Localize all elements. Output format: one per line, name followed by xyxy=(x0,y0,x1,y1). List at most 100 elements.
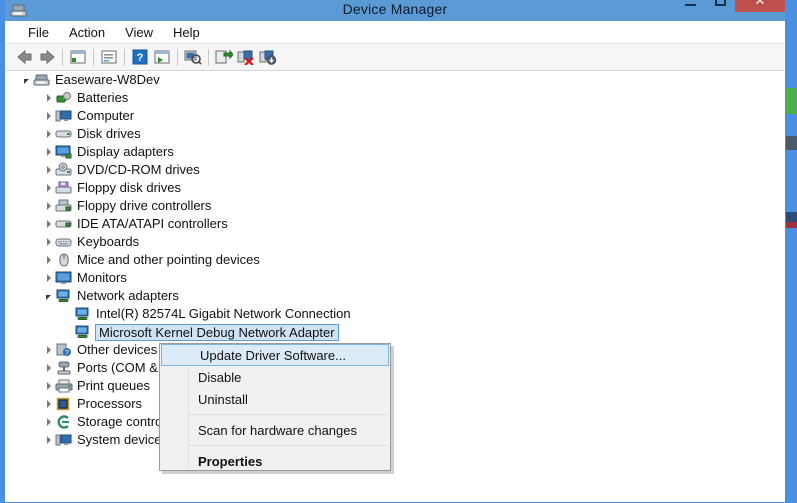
expander-closed-icon[interactable] xyxy=(42,377,55,395)
expander-closed-icon[interactable] xyxy=(42,359,55,377)
toolbar-separator xyxy=(124,48,125,66)
tree-node-ports[interactable]: Ports (COM & L xyxy=(6,359,784,377)
expander-closed-icon[interactable] xyxy=(42,251,55,269)
minimize-button[interactable] xyxy=(675,0,705,12)
keyboard-icon xyxy=(55,234,73,250)
tree-node-batteries[interactable]: Batteries xyxy=(6,89,784,107)
enable-device-icon[interactable] xyxy=(213,46,235,68)
tree-node-floppy-drive-controllers[interactable]: Floppy drive controllers xyxy=(6,197,784,215)
uninstall-device-icon[interactable] xyxy=(235,46,257,68)
ctx-uninstall[interactable]: Uninstall xyxy=(160,388,390,410)
monitor-icon xyxy=(55,270,73,286)
expander-closed-icon[interactable] xyxy=(42,179,55,197)
display-adapter-icon xyxy=(55,144,73,160)
dvd-drive-icon xyxy=(55,162,73,178)
toolbar-separator xyxy=(93,48,94,66)
tree-node-system-devices[interactable]: System devices xyxy=(6,431,784,449)
back-icon[interactable] xyxy=(14,46,36,68)
tree-node-label: Storage control xyxy=(77,414,166,429)
tree-node-floppy-disk-drives[interactable]: Floppy disk drives xyxy=(6,179,784,197)
tree-node-storage-controllers[interactable]: Storage control xyxy=(6,413,784,431)
tree-root-node[interactable]: Easeware-W8Dev xyxy=(6,71,784,89)
tree-node-disk-drives[interactable]: Disk drives xyxy=(6,125,784,143)
properties-icon[interactable] xyxy=(98,46,120,68)
svg-text:?: ? xyxy=(137,52,144,64)
battery-icon xyxy=(55,90,73,106)
ctx-properties[interactable]: Properties xyxy=(160,450,390,472)
menu-action[interactable]: Action xyxy=(59,23,115,42)
expander-closed-icon[interactable] xyxy=(42,215,55,233)
tree-node-other-devices[interactable]: ? Other devices xyxy=(6,341,784,359)
toolbar-separator xyxy=(177,48,178,66)
network-adapter-icon xyxy=(55,288,73,304)
desktop-artifact xyxy=(786,88,797,114)
tree-node-label: Disk drives xyxy=(77,126,141,141)
tree-node-computer[interactable]: Computer xyxy=(6,107,784,125)
tree-child-label: Microsoft Kernel Debug Network Adapter xyxy=(95,323,339,341)
menu-view[interactable]: View xyxy=(115,23,163,42)
expander-closed-icon[interactable] xyxy=(42,395,55,413)
tree-node-label: Other devices xyxy=(77,342,158,357)
expander-closed-icon[interactable] xyxy=(42,269,55,287)
tree-node-dvd-cdrom-drives[interactable]: DVD/CD-ROM drives xyxy=(6,161,784,179)
menu-help[interactable]: Help xyxy=(163,23,210,42)
network-adapter-icon xyxy=(74,306,92,322)
tree-node-network-adapters[interactable]: Network adapters xyxy=(6,287,784,305)
ctx-item-label: Uninstall xyxy=(198,391,248,407)
expander-closed-icon[interactable] xyxy=(42,341,55,359)
help-icon[interactable]: ? xyxy=(129,46,151,68)
expander-closed-icon[interactable] xyxy=(42,107,55,125)
tree-node-keyboards[interactable]: Keyboards xyxy=(6,233,784,251)
expander-closed-icon[interactable] xyxy=(42,143,55,161)
expander-closed-icon[interactable] xyxy=(42,161,55,179)
floppy-controller-icon xyxy=(55,198,73,214)
desktop-artifact xyxy=(786,222,797,228)
maximize-button[interactable] xyxy=(705,0,735,12)
close-button[interactable]: ✕ xyxy=(735,0,785,12)
tree-node-label: DVD/CD-ROM drives xyxy=(77,162,200,177)
scan-hardware-changes-icon[interactable] xyxy=(182,46,204,68)
ctx-item-label: Update Driver Software... xyxy=(200,347,346,363)
title-bar[interactable]: Device Manager ✕ xyxy=(5,0,785,21)
ctx-scan-hardware-changes[interactable]: Scan for hardware changes xyxy=(160,419,390,441)
update-driver-icon[interactable] xyxy=(151,46,173,68)
toolbar: ? xyxy=(6,44,784,71)
expander-closed-icon[interactable] xyxy=(42,89,55,107)
tree-node-label: Mice and other pointing devices xyxy=(77,252,260,267)
expander-open-icon[interactable] xyxy=(20,71,33,89)
svg-text:?: ? xyxy=(65,350,69,357)
disk-drive-icon xyxy=(55,126,73,142)
ctx-update-driver-software[interactable]: Update Driver Software... xyxy=(161,344,389,366)
tree-node-label: IDE ATA/ATAPI controllers xyxy=(77,216,228,231)
tree-node-ide-ata-atapi-controllers[interactable]: IDE ATA/ATAPI controllers xyxy=(6,215,784,233)
expander-closed-icon[interactable] xyxy=(42,197,55,215)
tree-node-display-adapters[interactable]: Display adapters xyxy=(6,143,784,161)
menu-file[interactable]: File xyxy=(18,23,59,42)
ctx-item-label: Disable xyxy=(198,369,242,385)
window-controls: ✕ xyxy=(675,0,785,12)
tree-node-print-queues[interactable]: Print queues xyxy=(6,377,784,395)
show-hide-console-tree-icon[interactable] xyxy=(67,46,89,68)
ctx-disable[interactable]: Disable xyxy=(160,366,390,388)
tree-node-label: Computer xyxy=(77,108,135,123)
expander-closed-icon[interactable] xyxy=(42,233,55,251)
expander-closed-icon[interactable] xyxy=(42,125,55,143)
tree-child-microsoft-kernel-debug-network-adapter[interactable]: Microsoft Kernel Debug Network Adapter xyxy=(6,323,784,341)
tree-node-processors[interactable]: Processors xyxy=(6,395,784,413)
toolbar-separator xyxy=(208,48,209,66)
tree-node-mice-and-other-pointing-devices[interactable]: Mice and other pointing devices xyxy=(6,251,784,269)
ports-icon xyxy=(55,360,73,376)
expander-open-icon[interactable] xyxy=(42,287,55,305)
tree-node-label: Keyboards xyxy=(77,234,140,249)
storage-controller-icon xyxy=(55,414,73,430)
tree-child-intel-82574l[interactable]: Intel(R) 82574L Gigabit Network Connecti… xyxy=(6,305,784,323)
expander-closed-icon[interactable] xyxy=(42,413,55,431)
context-menu-separator xyxy=(189,445,389,446)
tree-node-label: Processors xyxy=(77,396,143,411)
device-tree[interactable]: Easeware-W8Dev Batteries Computer Disk d… xyxy=(6,71,784,501)
tree-node-label: Monitors xyxy=(77,270,127,285)
update-driver-software-icon[interactable] xyxy=(257,46,279,68)
tree-node-monitors[interactable]: Monitors xyxy=(6,269,784,287)
forward-icon[interactable] xyxy=(36,46,58,68)
expander-closed-icon[interactable] xyxy=(42,431,55,449)
